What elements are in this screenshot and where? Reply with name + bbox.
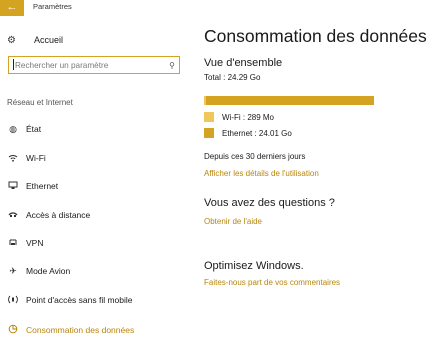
search-icon[interactable]: ⚲ <box>165 61 179 70</box>
sidebar-item-label: Consommation des données <box>26 325 135 335</box>
sidebar-item-wifi[interactable]: Wi-Fi <box>0 148 196 168</box>
sidebar-item-label: Ethernet <box>26 181 59 191</box>
feedback-link[interactable]: Faites-nous part de vos commentaires <box>204 278 340 287</box>
search-box[interactable]: ⚲ <box>8 56 180 74</box>
legend-label: Ethernet : 24.01 Go <box>222 128 292 138</box>
sidebar-item-ethernet[interactable]: Ethernet <box>0 176 196 196</box>
legend-swatch-wifi <box>204 112 214 122</box>
questions-heading: Vous avez des questions ? <box>204 197 335 209</box>
help-link[interactable]: Obtenir de l'aide <box>204 217 262 226</box>
legend-label: Wi-Fi : 289 Mo <box>222 112 275 122</box>
usage-details-link[interactable]: Afficher les détails de l'utilisation <box>204 169 319 178</box>
sidebar-item-label: Mode Avion <box>26 266 71 276</box>
legend-swatch-ethernet <box>204 128 214 138</box>
airplane-icon: ✈ <box>9 265 17 276</box>
back-button[interactable]: ← <box>0 0 24 16</box>
legend-ethernet: Ethernet : 24.01 Go <box>204 128 292 138</box>
gear-icon: ⚙ <box>7 34 16 46</box>
sidebar-item-label: VPN <box>26 238 44 248</box>
dialup-icon <box>7 210 19 221</box>
sidebar-item-vpn[interactable]: VPN <box>0 233 196 253</box>
page-title: Consommation des données <box>204 26 427 46</box>
vpn-icon <box>7 238 19 249</box>
main-content: Consommation des données Vue d'ensemble … <box>196 0 427 340</box>
sidebar: ⚙ Accueil ⚲ Réseau et Internet ◍ État Wi… <box>0 16 196 340</box>
section-header: Réseau et Internet <box>7 98 73 107</box>
sidebar-item-hotspot[interactable]: Point d'accès sans fil mobile <box>0 290 196 310</box>
back-arrow-icon: ← <box>6 1 18 13</box>
home-label: Accueil <box>34 35 64 45</box>
text-caret <box>13 59 14 70</box>
improve-heading: Optimisez Windows. <box>204 260 304 272</box>
sidebar-item-label: Wi-Fi <box>26 153 46 163</box>
globe-icon: ◍ <box>9 123 17 134</box>
sidebar-item-dialup[interactable]: Accès à distance <box>0 205 196 225</box>
sidebar-item-data-usage[interactable]: Consommation des données <box>0 320 196 340</box>
app-title: Paramètres <box>33 2 72 11</box>
sidebar-item-airplane[interactable]: ✈ Mode Avion <box>0 261 196 281</box>
data-usage-icon <box>7 324 19 336</box>
sidebar-item-label: Accès à distance <box>26 210 91 220</box>
ethernet-icon <box>7 181 19 192</box>
hotspot-icon <box>7 295 19 306</box>
wifi-icon <box>7 153 19 164</box>
total-usage: Total : 24.29 Go <box>204 73 261 82</box>
home-link[interactable]: ⚙ Accueil <box>7 32 63 48</box>
search-input[interactable] <box>9 58 165 72</box>
legend-wifi: Wi-Fi : 289 Mo <box>204 112 274 122</box>
usage-bar <box>204 96 374 105</box>
sidebar-item-label: Point d'accès sans fil mobile <box>26 295 133 305</box>
usage-bar-wifi-segment <box>204 96 207 105</box>
overview-heading: Vue d'ensemble <box>204 57 283 69</box>
sidebar-item-status[interactable]: ◍ État <box>0 119 196 139</box>
period-text: Depuis ces 30 derniers jours <box>204 152 306 161</box>
sidebar-item-label: État <box>26 124 42 134</box>
